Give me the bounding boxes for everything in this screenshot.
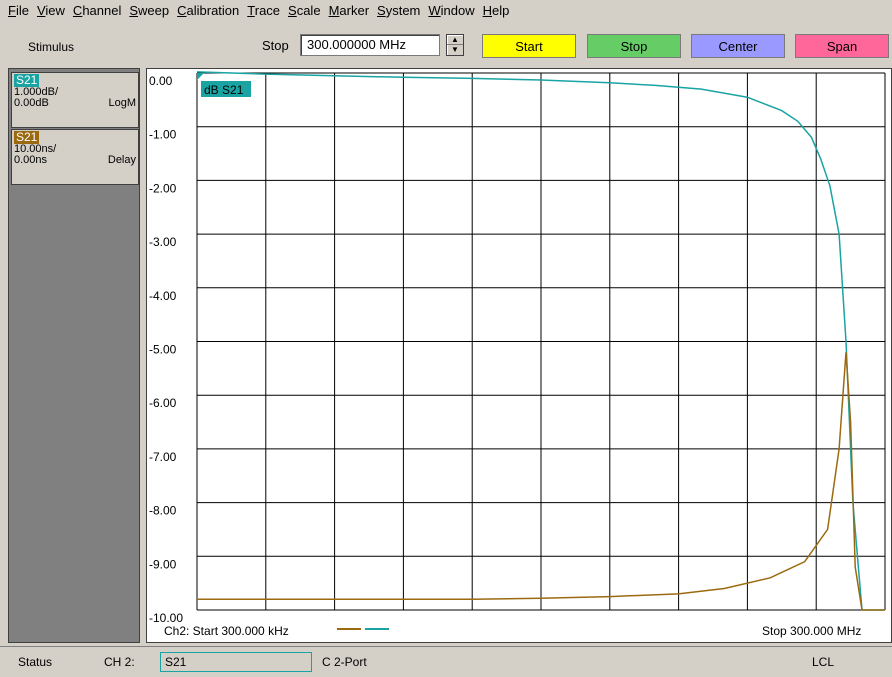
menu-scale[interactable]: Scale [284, 0, 325, 22]
y-tick-label: -2.00 [149, 181, 177, 195]
menu-system[interactable]: System [373, 0, 424, 22]
menu-calibration[interactable]: Calibration [173, 0, 243, 22]
active-trace-label: dB S21 [204, 83, 244, 97]
y-tick-label: -10.00 [149, 611, 183, 625]
y-tick-label: -6.00 [149, 396, 177, 410]
footer-stop-label: Stop 300.000 MHz [762, 624, 861, 638]
stimulus-label: Stimulus [28, 40, 75, 54]
y-tick-label: -7.00 [149, 450, 177, 464]
reference-marker-icon [197, 73, 204, 80]
spin-up-icon[interactable]: ▲ [447, 35, 463, 45]
start-button[interactable]: Start [482, 34, 576, 58]
trace-format: Delay [107, 154, 136, 166]
menu-marker[interactable]: Marker [325, 0, 373, 22]
menu-help[interactable]: Help [479, 0, 514, 22]
menu-window[interactable]: Window [424, 0, 478, 22]
frequency-spinner[interactable]: ▲ ▼ [446, 34, 464, 56]
stop-frequency-input[interactable]: 300.000000 MHz [300, 34, 440, 56]
stop-button[interactable]: Stop [587, 34, 681, 58]
spin-down-icon[interactable]: ▼ [447, 45, 463, 55]
trace-box-s21-delay[interactable]: S21 10.00ns/ 0.00ns Delay [11, 129, 139, 185]
trace-ref: 0.00ns [14, 154, 48, 166]
y-tick-label: -1.00 [149, 128, 177, 142]
y-tick-label: -5.00 [149, 343, 177, 357]
trace-format: LogM [108, 97, 136, 109]
status-bar: Status CH 2: S21 C 2-Port LCL [0, 646, 892, 677]
calibration-status: C 2-Port [322, 655, 367, 669]
menu-sweep[interactable]: Sweep [125, 0, 173, 22]
active-trace-field[interactable]: S21 [160, 652, 312, 672]
menu-view[interactable]: View [33, 0, 69, 22]
chart-area: 0.00 -1.00 -2.00 -3.00 -4.00 -5.00 -6.00 -7.00 -… [146, 68, 892, 643]
local-remote-status: LCL [812, 655, 835, 669]
menu-bar: File View Channel Sweep Calibration Trace Scal… [0, 0, 892, 22]
span-button[interactable]: Span [795, 34, 889, 58]
menu-file[interactable]: File [4, 0, 33, 22]
menu-trace[interactable]: Trace [243, 0, 284, 22]
y-tick-label: 0.00 [149, 74, 173, 88]
stimulus-toolbar: Stimulus Stop 300.000000 MHz ▲ ▼ Start S… [0, 22, 892, 70]
y-tick-label: -4.00 [149, 289, 177, 303]
s21-plot: 0.00 -1.00 -2.00 -3.00 -4.00 -5.00 -6.00 -7.00 -… [149, 71, 886, 638]
stop-label: Stop [262, 38, 289, 53]
trace-ref: 0.00dB [14, 97, 49, 109]
y-tick-label: -9.00 [149, 557, 177, 571]
y-tick-label: -8.00 [149, 504, 177, 518]
y-tick-label: -3.00 [149, 235, 177, 249]
center-button[interactable]: Center [691, 34, 785, 58]
menu-channel[interactable]: Channel [69, 0, 125, 22]
channel-label: CH 2: [104, 655, 135, 669]
status-label: Status [18, 655, 53, 669]
trace-box-s21-logm[interactable]: S21 1.000dB/ 0.00dB LogM [11, 72, 139, 128]
trace-panel: S21 1.000dB/ 0.00dB LogM S21 10.00ns/ 0.… [8, 68, 140, 643]
footer-start-label: Ch2: Start 300.000 kHz [164, 624, 289, 638]
